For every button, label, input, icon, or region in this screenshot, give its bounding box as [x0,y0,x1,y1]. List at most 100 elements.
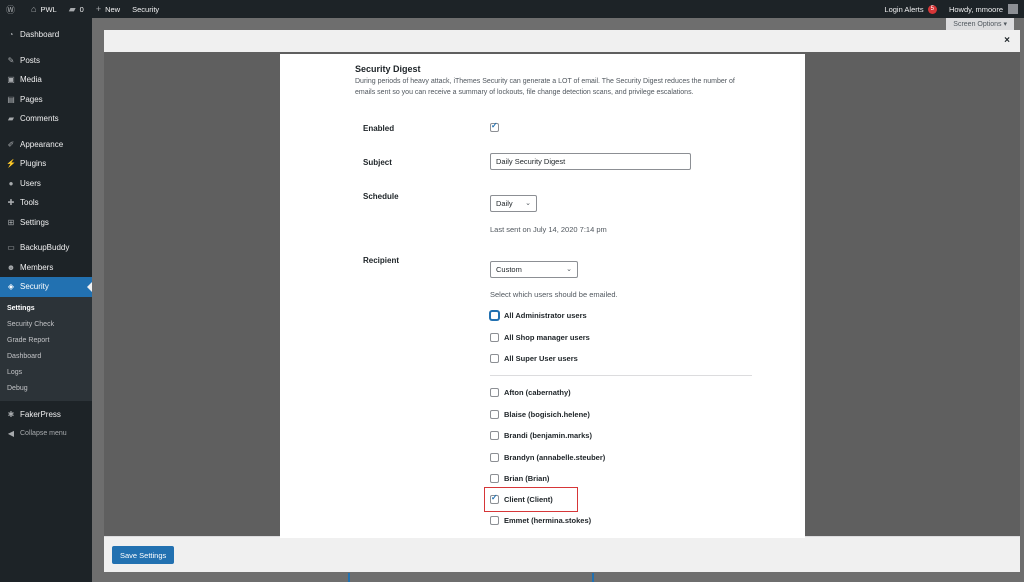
sidebar-item-security[interactable]: ◈ Security [0,277,92,297]
recipient-help-text: Select which users should be emailed. [490,290,618,299]
submenu-grade-report[interactable]: Grade Report [0,333,92,349]
recipient-label: Recipient [363,256,400,265]
subject-input[interactable]: Daily Security Digest [490,153,691,170]
sidebar-item-label: Tools [20,198,39,208]
modal-footer: Save Settings [104,536,1020,572]
user-checkbox[interactable] [490,431,499,440]
sidebar-item-label: Members [20,262,54,272]
shield-icon: ◈ [7,282,15,292]
user-label: Brandi (benjamin.marks) [504,431,592,440]
plus-icon: + [95,4,102,14]
user-label: Emmet (hermina.stokes) [504,516,592,525]
user-label: Blaise (bogisich.helene) [504,410,590,419]
user-label: Brandyn (annabelle.steuber) [504,453,606,462]
submenu-debug[interactable]: Debug [0,381,92,397]
pin-icon: ✎ [7,55,15,65]
sidebar-item-appearance[interactable]: ✐ Appearance [0,135,92,155]
sidebar-item-users[interactable]: ● Users [0,174,92,194]
schedule-select[interactable]: Daily ⌄ [490,195,537,212]
sidebar-item-label: Pages [20,94,43,104]
sidebar-item-label: Settings [20,217,49,227]
media-icon: ▣ [7,75,15,85]
fakerpress-icon: ✱ [7,409,15,419]
group-checkbox-administrator[interactable] [490,311,499,320]
wordpress-icon: Ⓦ [6,4,16,15]
sidebar-item-dashboard[interactable]: ◔ Dashboard [0,25,92,45]
sidebar-item-settings[interactable]: ⊞ Settings [0,213,92,233]
section-title: Security Digest [355,64,421,74]
sidebar-item-members[interactable]: ☻ Members [0,258,92,278]
sidebar-item-label: Dashboard [20,30,60,40]
sidebar-item-media[interactable]: ▣ Media [0,70,92,90]
page-peek-line [348,573,350,582]
avatar [1008,4,1018,14]
site-name: PWL [40,4,57,14]
group-label-administrator: All Administrator users [504,311,587,320]
user-checkbox[interactable] [490,453,499,462]
collapse-label: Collapse menu [20,430,67,438]
home-icon: ⌂ [31,4,37,14]
chevron-down-icon: ⌄ [566,266,572,273]
sidebar-item-label: Appearance [20,139,64,149]
submenu-logs[interactable]: Logs [0,365,92,381]
sidebar-item-posts[interactable]: ✎ Posts [0,51,92,71]
user-checkbox[interactable] [490,474,499,483]
new-content-link[interactable]: + New [90,0,126,18]
section-description: During periods of heavy attack, iThemes … [355,78,735,96]
user-checkbox[interactable] [490,410,499,419]
last-sent-text: Last sent on July 14, 2020 7:14 pm [490,225,607,234]
dashboard-icon: ◔ [8,30,14,40]
brush-icon: ✐ [7,139,15,149]
comments-count: 0 [79,4,84,14]
settings-icon: ⊞ [7,217,15,227]
sidebar-item-backupbuddy[interactable]: ▭ BackupBuddy [0,238,92,258]
wordpress-logo[interactable]: Ⓦ [0,0,25,18]
close-icon[interactable]: × [1004,35,1010,46]
sidebar-item-pages[interactable]: ▤ Pages [0,90,92,110]
sidebar-item-plugins[interactable]: ⚡ Plugins [0,154,92,174]
group-checkbox-super-user[interactable] [490,354,499,363]
login-alerts-link[interactable]: Login Alerts 5 [878,0,943,18]
subject-label: Subject [363,158,392,167]
group-label-super-user: All Super User users [504,354,578,363]
sidebar-item-label: FakerPress [20,409,61,419]
sidebar-item-fakerpress[interactable]: ✱ FakerPress [0,405,92,425]
login-alerts-badge: 5 [927,4,937,14]
comments-link[interactable]: ▰ 0 [63,0,90,18]
schedule-label: Schedule [363,192,399,201]
comment-icon: ▰ [68,3,76,14]
divider [490,375,752,376]
wrench-icon: ✚ [7,198,15,208]
submenu-security-check[interactable]: Security Check [0,317,92,333]
sidebar-item-comments[interactable]: ▰ Comments [0,109,92,129]
security-submenu: Settings Security Check Grade Report Das… [0,296,92,401]
user-checkbox[interactable] [490,388,499,397]
login-alerts-label: Login Alerts [884,4,924,14]
security-link[interactable]: Security [126,0,165,18]
enabled-checkbox[interactable] [490,121,499,132]
sidebar-item-label: Media [20,75,42,85]
sidebar-item-tools[interactable]: ✚ Tools [0,193,92,213]
howdy-label: Howdy, mmoore [948,4,1003,14]
submenu-dashboard[interactable]: Dashboard [0,349,92,365]
account-menu[interactable]: Howdy, mmoore [943,0,1024,18]
recipient-value: Custom [496,265,522,274]
collapse-menu-button[interactable]: ◀ Collapse menu [0,424,92,444]
page-icon: ▤ [7,94,15,104]
save-settings-button[interactable]: Save Settings [112,546,175,564]
chevron-down-icon: ⌄ [525,200,531,207]
security-label: Security [132,4,160,14]
user-checkbox-client[interactable] [490,493,499,504]
recipient-select[interactable]: Custom ⌄ [490,261,578,278]
submenu-settings[interactable]: Settings [0,301,92,317]
modal-header: × [104,30,1020,52]
sidebar-item-label: Comments [20,114,59,124]
site-name-link[interactable]: ⌂ PWL [25,0,63,18]
admin-sidebar: ◔ Dashboard ✎ Posts ▣ Media ▤ Pages ▰ Comment… [0,18,92,582]
user-checkbox[interactable] [490,516,499,525]
plug-icon: ⚡ [6,159,16,169]
sidebar-item-label: Users [20,178,41,188]
screen-options-button[interactable]: Screen Options ▾ [946,18,1014,30]
enabled-label: Enabled [363,124,395,133]
group-checkbox-shop-manager[interactable] [490,333,499,342]
